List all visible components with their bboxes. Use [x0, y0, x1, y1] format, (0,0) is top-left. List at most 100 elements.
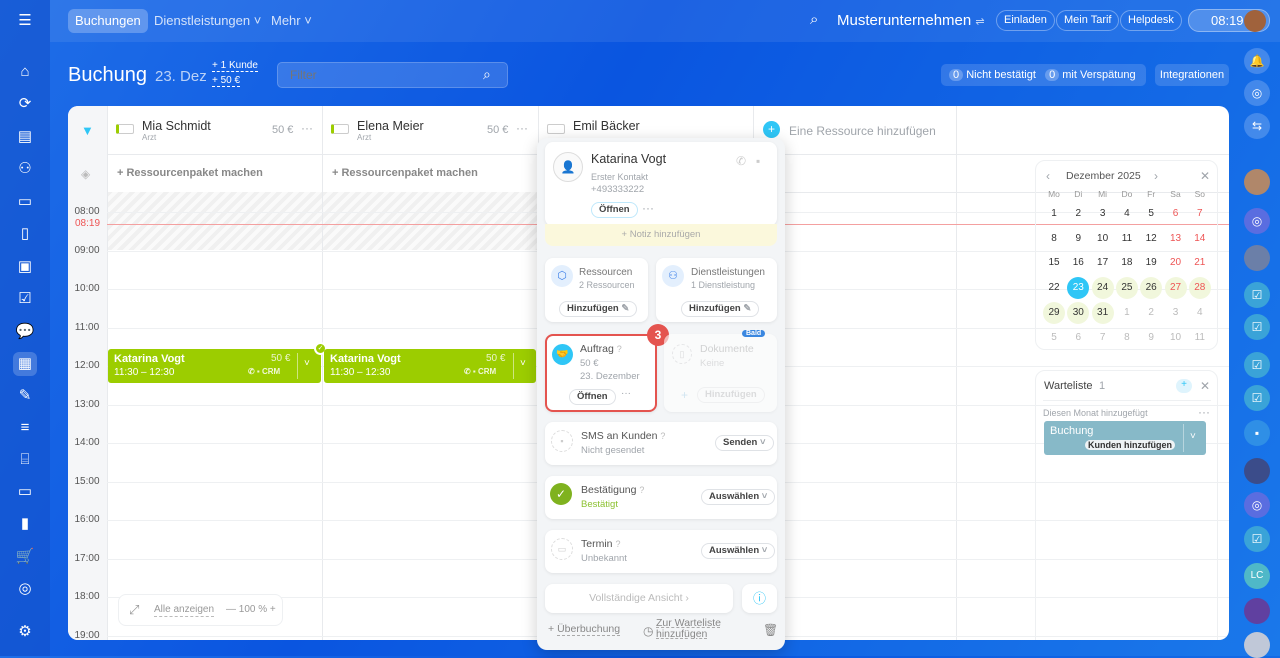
chat-avatar[interactable]: ◎ — [1244, 492, 1270, 518]
confirmation-select-dropdown[interactable]: Auswählen ˅ — [701, 489, 776, 505]
chevron-down-icon[interactable]: ˅ — [520, 358, 526, 369]
integrations-button[interactable]: Integrationen — [1155, 64, 1229, 86]
services-count[interactable]: 1 Dienstleistung — [691, 280, 755, 290]
calendar-day[interactable]: 8 — [1116, 327, 1138, 349]
store-icon[interactable]: ⌸ — [13, 448, 37, 472]
chat-icon[interactable]: ▪ — [756, 154, 760, 168]
copilot-icon[interactable]: ◎ — [1244, 80, 1270, 106]
calendar-day[interactable]: 27 — [1164, 277, 1187, 300]
task-chat-icon[interactable]: ☑ — [1244, 352, 1270, 378]
chat-avatar[interactable] — [1244, 632, 1270, 658]
tariff-button[interactable]: Mein Tarif — [1056, 10, 1120, 31]
make-package-link[interactable]: + Ressourcenpaket machen — [332, 167, 478, 179]
tab-dienstleistungen[interactable]: Dienstleistungen ˅ — [147, 9, 268, 33]
chat-icon[interactable]: ▪ — [1244, 420, 1270, 446]
calendar-day[interactable]: 31 — [1091, 301, 1114, 324]
calendar-day[interactable]: 7 — [1092, 327, 1114, 349]
calendar-day[interactable]: 11 — [1116, 228, 1138, 250]
zoom-level[interactable]: — 100 % + — [226, 595, 276, 625]
feed-icon[interactable]: ▤ — [13, 125, 37, 149]
help-icon[interactable]: ? — [639, 485, 644, 495]
avatar[interactable] — [1244, 10, 1266, 32]
analytics-icon[interactable]: ▮ — [13, 512, 37, 536]
status-counters[interactable]: 0 Nicht bestätigt 0 mit Verspätung — [941, 64, 1146, 86]
calendar-day[interactable]: 14 — [1189, 228, 1211, 250]
chat-avatar[interactable] — [1244, 598, 1270, 624]
more-icon[interactable]: ··· — [516, 121, 528, 135]
filter-input[interactable] — [277, 62, 508, 88]
calendar-day[interactable]: 10 — [1165, 327, 1187, 349]
sign-icon[interactable]: ✎ — [13, 384, 37, 408]
calendar-day[interactable]: 10 — [1092, 228, 1114, 250]
sync-icon[interactable]: ⟳ — [13, 92, 37, 116]
filter-icon[interactable]: ▼ — [81, 123, 94, 138]
calendar-day[interactable]: 19 — [1140, 252, 1162, 274]
calendar-day[interactable]: 9 — [1140, 327, 1162, 349]
calendar-day[interactable]: 17 — [1092, 252, 1114, 274]
more-icon[interactable]: ··· — [301, 121, 313, 135]
id-icon[interactable]: ▭ — [13, 480, 37, 504]
tab-buchungen[interactable]: Buchungen — [68, 9, 148, 33]
calendar-day[interactable]: 15 — [1043, 252, 1065, 274]
calendar-day[interactable]: 13 — [1165, 228, 1187, 250]
chevron-down-icon[interactable]: ˅ — [304, 358, 310, 369]
add-waitlist-button[interactable]: + — [1176, 379, 1192, 393]
chevron-down-icon[interactable]: ˅ — [1190, 431, 1196, 442]
client-phone[interactable]: +493333222 — [591, 184, 644, 195]
settings-icon[interactable]: ⚙ — [13, 620, 37, 644]
client-name[interactable]: Katarina Vogt — [591, 152, 666, 166]
company-name[interactable]: Musterunternehmen ⇌ — [837, 12, 985, 29]
trash-icon[interactable]: 🗑 — [763, 623, 778, 637]
calendar-day[interactable]: 1 — [1043, 203, 1065, 225]
chat-avatar[interactable]: ◎ — [1244, 208, 1270, 234]
calendar-day[interactable]: 4 — [1189, 302, 1211, 324]
chat-icon[interactable]: 💬 — [13, 320, 37, 344]
booking-event[interactable]: Katarina Vogt 11:30 – 12:30 50 € ✆ ▪ CRM… — [324, 349, 536, 383]
helpdesk-button[interactable]: Helpdesk — [1120, 10, 1182, 31]
calendar-day[interactable]: 7 — [1189, 203, 1211, 225]
resource-name[interactable]: Elena Meier — [357, 119, 424, 133]
open-client-button[interactable]: Öffnen — [591, 202, 638, 218]
calendar-day[interactable]: 28 — [1188, 277, 1211, 300]
calendar-day[interactable]: 3 — [1092, 203, 1114, 225]
filter-icon[interactable]: ≡ — [13, 416, 37, 440]
calendar-day[interactable]: 24 — [1091, 277, 1114, 300]
add-amount-link[interactable]: + 50 € — [212, 75, 241, 87]
info-icon[interactable]: ⓘ — [742, 584, 777, 613]
appointment-select-dropdown[interactable]: Auswählen ˅ — [701, 543, 776, 559]
invite-button[interactable]: Einladen — [996, 10, 1055, 31]
calendar-day[interactable]: 2 — [1067, 203, 1089, 225]
calendar-day[interactable]: 12 — [1140, 228, 1162, 250]
collapse-icon[interactable]: ✕ — [1200, 169, 1210, 183]
calendar-day[interactable]: 18 — [1116, 252, 1138, 274]
target-icon[interactable]: ◎ — [13, 577, 37, 601]
add-to-waitlist-link[interactable]: Zur Warteliste hinzufügen — [656, 618, 736, 640]
menu-icon[interactable]: ☰ — [13, 9, 37, 33]
booking-event[interactable]: Katarina Vogt 11:30 – 12:30 50 € ✆ ▪ CRM… — [108, 349, 321, 383]
phone-icon[interactable]: ✆ — [736, 154, 746, 168]
add-client-link[interactable]: + 1 Kunde — [212, 60, 258, 72]
calendar-day[interactable]: 6 — [1067, 327, 1089, 349]
resource-name[interactable]: Emil Bäcker — [573, 119, 640, 133]
add-resource-button[interactable]: Hinzufügen ✎ — [559, 301, 638, 317]
card-icon[interactable]: ▭ — [13, 190, 37, 214]
more-icon[interactable]: ··· — [621, 388, 631, 399]
contacts-icon[interactable]: ⚇ — [13, 157, 37, 181]
help-icon[interactable]: ? — [617, 344, 622, 354]
open-order-button[interactable]: Öffnen — [569, 389, 616, 405]
calendar-day[interactable]: 22 — [1043, 277, 1065, 299]
home-icon[interactable]: ⌂ — [13, 60, 37, 84]
calendar-day[interactable]: 16 — [1067, 252, 1089, 274]
add-note-button[interactable]: + Notiz hinzufügen — [545, 224, 777, 246]
task-chat-icon[interactable]: ☑ — [1244, 385, 1270, 411]
task-chat-icon[interactable]: ☑ — [1244, 314, 1270, 340]
calendar-day[interactable]: 1 — [1116, 302, 1138, 324]
calendar-day[interactable]: 25 — [1115, 277, 1138, 300]
collapse-icon[interactable]: ✕ — [1200, 379, 1210, 393]
calendar-day[interactable]: 29 — [1043, 301, 1065, 324]
prev-month-icon[interactable]: ‹ — [1046, 169, 1050, 183]
chat-avatar[interactable] — [1244, 458, 1270, 484]
resources-count[interactable]: 2 Ressourcen — [579, 280, 635, 290]
bell-icon[interactable]: 🔔 — [1244, 48, 1270, 74]
calendar-day[interactable]: 9 — [1067, 228, 1089, 250]
